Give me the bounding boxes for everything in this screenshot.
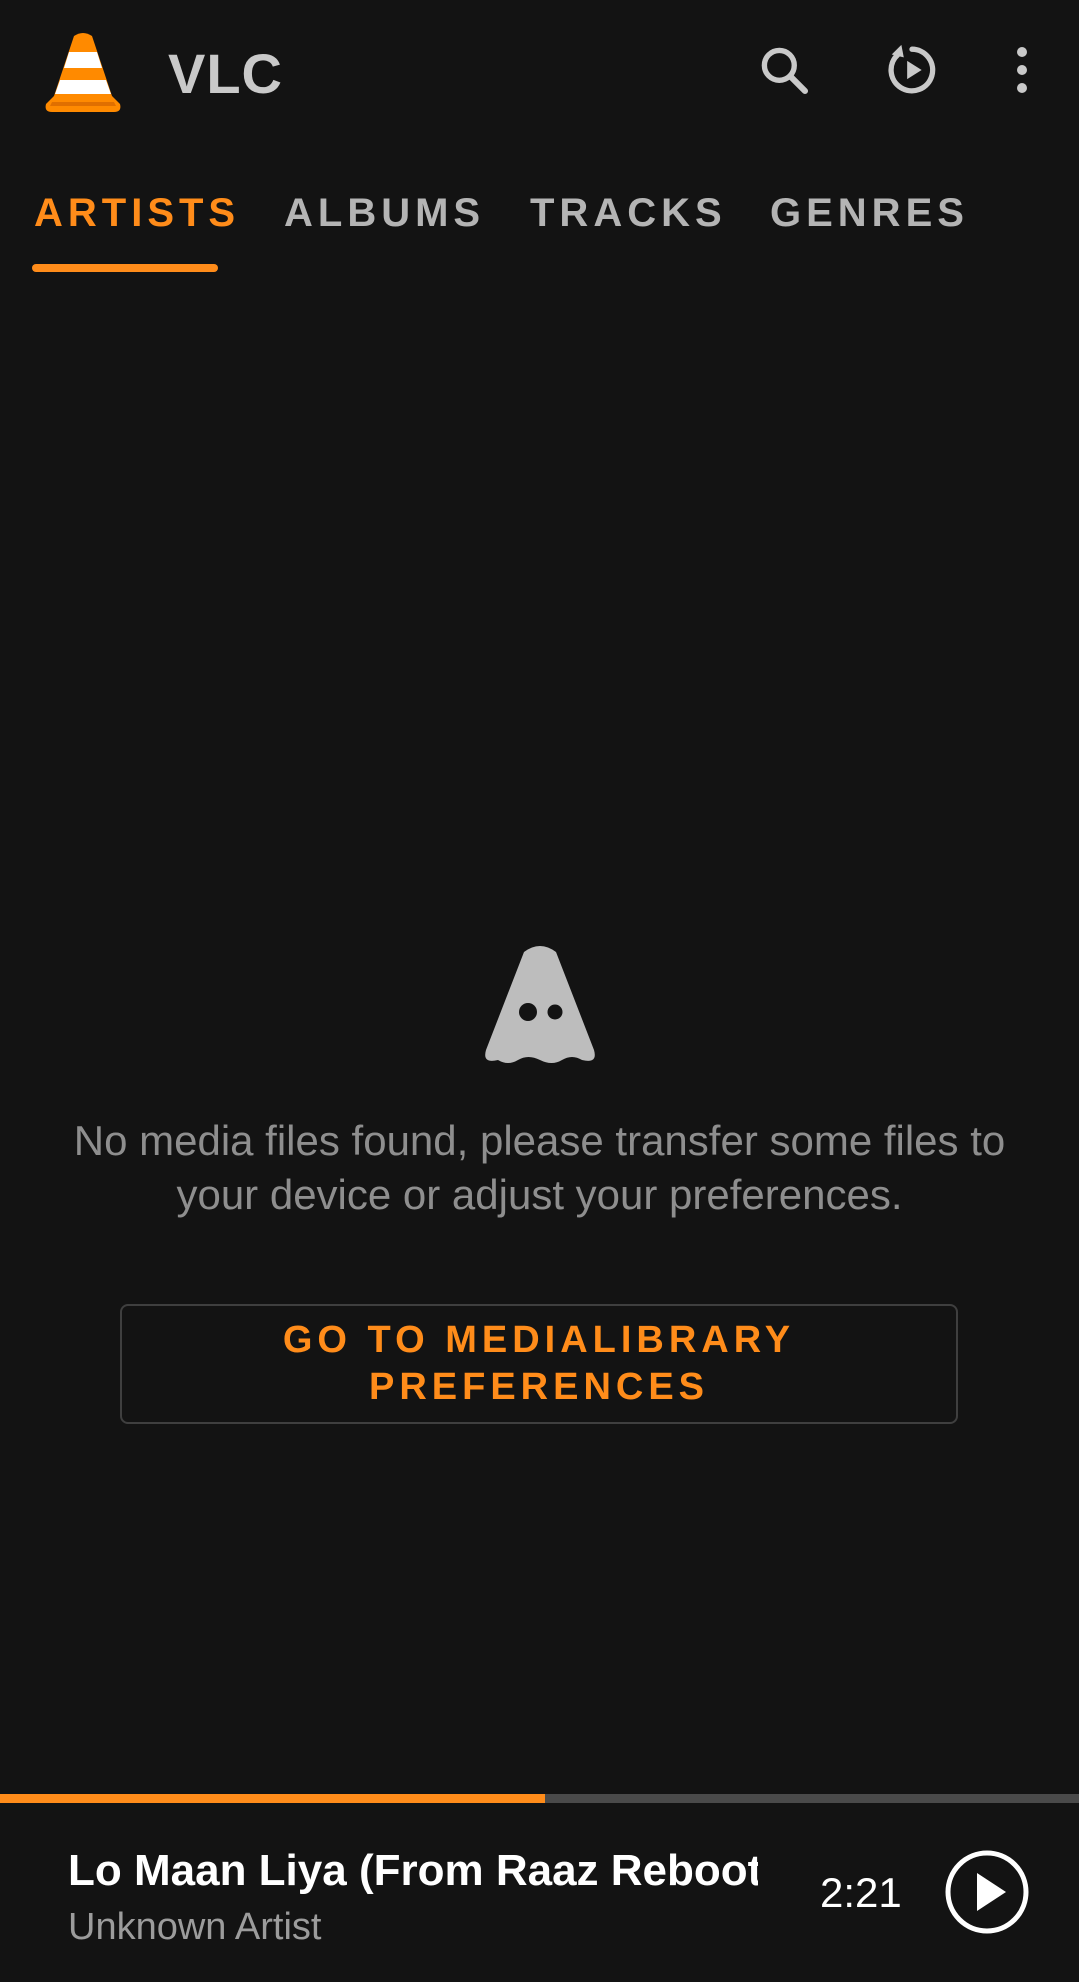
mini-player[interactable]: Lo Maan Liya (From Raaz Reboot) Unknown … — [0, 1803, 1079, 1982]
app-title: VLC — [168, 42, 283, 105]
empty-state-message: No media files found, please transfer so… — [73, 1117, 1006, 1218]
tab-indicator — [32, 264, 218, 272]
now-playing-title: Lo Maan Liya (From Raaz Reboot) — [68, 1846, 758, 1895]
app-bar: VLC — [0, 0, 1079, 150]
medialibrary-preferences-label: GO TO MEDIALIBRARY PREFERENCES — [282, 1319, 796, 1408]
tab-bar: ARTISTS ALBUMS TRACKS GENRES — [0, 168, 1079, 278]
tab-genres[interactable]: GENRES — [770, 188, 969, 238]
tab-tracks[interactable]: TRACKS — [530, 188, 727, 238]
play-circle-icon[interactable] — [944, 1849, 1030, 1935]
playback-progress-bar[interactable] — [0, 1794, 1079, 1803]
tab-albums[interactable]: ALBUMS — [284, 188, 485, 238]
more-vert-icon[interactable] — [990, 38, 1054, 102]
now-playing-artist: Unknown Artist — [68, 1906, 322, 1948]
now-playing-time: 2:21 — [820, 1869, 902, 1916]
playback-progress-fill — [0, 1794, 545, 1803]
resume-playback-icon[interactable] — [880, 38, 944, 102]
tab-artists[interactable]: ARTISTS — [34, 188, 240, 238]
vlc-cone-icon — [44, 32, 122, 114]
medialibrary-preferences-button[interactable]: GO TO MEDIALIBRARY PREFERENCES — [120, 1304, 958, 1424]
ghost-cone-icon — [478, 942, 602, 1064]
search-icon[interactable] — [752, 38, 816, 102]
